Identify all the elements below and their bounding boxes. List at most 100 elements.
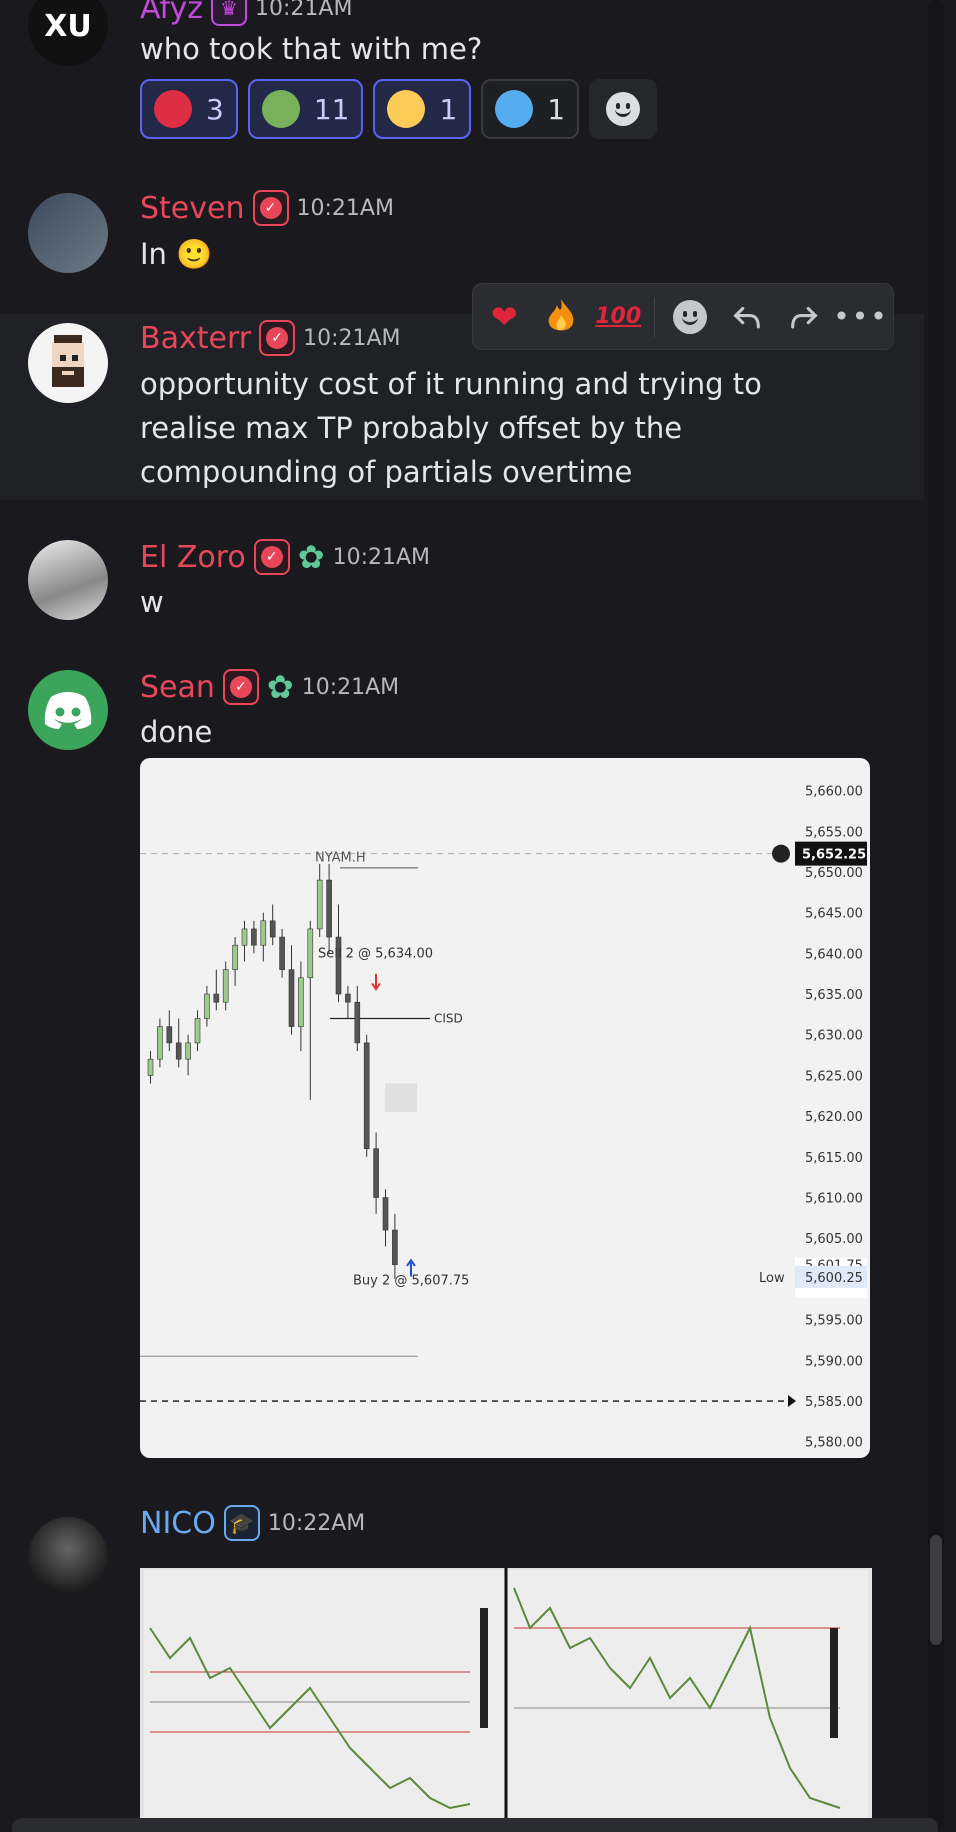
- timestamp: 10:21AM: [296, 195, 394, 221]
- price-chart: 5,660.00 5,655.00 5,650.00 5,645.00 5,640.00…: [140, 785, 867, 1451]
- reply-icon[interactable]: [726, 295, 769, 339]
- verified-badge-icon[interactable]: ✓: [259, 320, 296, 356]
- bearish-candle: [354, 1001, 361, 1044]
- username[interactable]: El Zoro: [140, 540, 246, 575]
- price-axis-label: 5,640.00: [805, 947, 863, 962]
- dual-chart-image-attachment[interactable]: [140, 1568, 872, 1818]
- reaction-yellow-circle[interactable]: 1: [373, 79, 472, 139]
- add-reaction-button[interactable]: [589, 79, 658, 139]
- timestamp: 10:21AM: [303, 325, 401, 351]
- bearish-candle: [288, 969, 295, 1027]
- price-axis-label: 5,660.00: [805, 785, 863, 800]
- low-label: Low: [759, 1271, 785, 1286]
- crosshair-plus-icon: [772, 844, 790, 863]
- green-circle-icon: [261, 90, 300, 128]
- verified-badge-icon[interactable]: ✓: [252, 190, 289, 226]
- avatar[interactable]: [28, 193, 108, 273]
- bearish-candle: [373, 1148, 379, 1198]
- username[interactable]: NICO: [140, 1506, 216, 1541]
- price-axis-label: 5,605.00: [805, 1232, 863, 1247]
- add-reaction-icon: [606, 92, 641, 126]
- bearish-candle: [213, 993, 220, 1003]
- more-icon[interactable]: •••: [833, 295, 887, 339]
- reaction-green-circle[interactable]: 11: [247, 79, 364, 139]
- bearish-candle: [392, 1229, 398, 1265]
- blue-circle-icon: [495, 90, 534, 128]
- avatar[interactable]: [28, 670, 108, 750]
- flower-badge-icon[interactable]: ✿: [298, 538, 325, 576]
- avatar[interactable]: [28, 323, 108, 403]
- username[interactable]: Afyz: [140, 0, 203, 26]
- bearish-candle: [166, 1026, 173, 1044]
- price-axis-label: 5,635.00: [805, 988, 863, 1003]
- sell-arrow-icon: [371, 973, 381, 991]
- avatar[interactable]: [28, 1517, 108, 1597]
- add-reaction-icon[interactable]: [669, 295, 712, 339]
- pixel-face-icon: [52, 335, 84, 387]
- avatar[interactable]: [28, 540, 108, 620]
- bearish-candle: [175, 1042, 182, 1060]
- timestamp: 10:21AM: [255, 0, 353, 21]
- reaction-count: 11: [313, 92, 350, 126]
- price-axis-label: 5,655.00: [805, 825, 863, 840]
- bullish-candle: [147, 1058, 154, 1076]
- bullish-candle: [185, 1042, 191, 1060]
- discord-logo-icon: [44, 692, 92, 729]
- bullish-candle: [222, 969, 229, 1003]
- fire-icon[interactable]: [540, 295, 583, 339]
- hundred-icon[interactable]: 100: [595, 295, 641, 339]
- verified-badge-icon[interactable]: ✓: [222, 669, 259, 705]
- toolbar-divider: [654, 296, 656, 337]
- bearish-candle: [269, 920, 276, 938]
- low-price-label: 5,600.25: [805, 1271, 863, 1286]
- sell-annotation: Sell 2 @ 5,634.00: [318, 946, 433, 961]
- price-axis-label: 5,625.00: [805, 1069, 863, 1084]
- price-axis-label: 5,590.00: [805, 1354, 863, 1369]
- avatar-logo: XU: [44, 8, 92, 44]
- username[interactable]: Steven: [140, 191, 245, 226]
- bullish-candle: [316, 879, 323, 930]
- bearish-candle: [279, 936, 285, 970]
- bullish-candle: [307, 928, 314, 979]
- flower-badge-icon[interactable]: ✿: [267, 668, 294, 706]
- bearish-candle: [326, 879, 332, 938]
- bearish-candle: [382, 1197, 389, 1231]
- reaction-bar: 3 11 1 1: [140, 79, 658, 139]
- timestamp: 10:21AM: [332, 544, 431, 570]
- price-axis-label: 5,630.00: [805, 1029, 863, 1044]
- message-input-bar[interactable]: [12, 1818, 938, 1832]
- message-hover-toolbar: ❤ 100 •••: [472, 283, 894, 350]
- price-axis-label: 5,595.00: [805, 1314, 863, 1329]
- message-text: done: [140, 715, 213, 749]
- bullish-candle: [260, 920, 267, 946]
- scrollbar-thumb[interactable]: [930, 1535, 942, 1645]
- current-price-label: 5,652.25: [802, 848, 866, 863]
- message-afyz: XU Afyz ♛ 10:21AM who took that with me?…: [0, 0, 924, 150]
- reaction-red-circle[interactable]: 3: [140, 79, 238, 139]
- crown-badge-icon[interactable]: ♛: [211, 0, 247, 26]
- message-el-zoro: El Zoro ✓ ✿ 10:21AM w: [0, 538, 924, 648]
- message-text: who took that with me?: [140, 32, 483, 66]
- price-axis-label: 5,615.00: [805, 1151, 863, 1166]
- bullish-candle: [157, 1026, 163, 1060]
- bullish-candle: [232, 944, 238, 970]
- verified-badge-icon[interactable]: ✓: [253, 539, 290, 575]
- avatar[interactable]: XU: [28, 0, 108, 66]
- reaction-blue-circle[interactable]: 1: [481, 79, 580, 139]
- bullish-candle: [204, 993, 210, 1019]
- price-axis-label: 5,645.00: [805, 907, 863, 922]
- heart-icon[interactable]: ❤: [483, 295, 526, 339]
- username[interactable]: Sean: [140, 670, 215, 705]
- level-arrow-icon: [788, 1395, 796, 1408]
- graduation-cap-badge-icon[interactable]: 🎓: [223, 1505, 260, 1541]
- timestamp: 10:21AM: [301, 674, 400, 700]
- bearish-candle: [363, 1042, 370, 1149]
- chart-image-attachment[interactable]: 5,660.00 5,655.00 5,650.00 5,645.00 5,640.00…: [140, 758, 870, 1458]
- price-axis-label: 5,610.00: [805, 1192, 863, 1207]
- nyam-h-label: NYAM.H: [315, 850, 366, 865]
- forward-icon[interactable]: [782, 295, 825, 339]
- message-text: In 🙂: [140, 237, 213, 271]
- yellow-circle-icon: [387, 90, 426, 128]
- message-text: opportunity cost of it running and tryin…: [140, 367, 762, 489]
- username[interactable]: Baxterr: [140, 321, 251, 356]
